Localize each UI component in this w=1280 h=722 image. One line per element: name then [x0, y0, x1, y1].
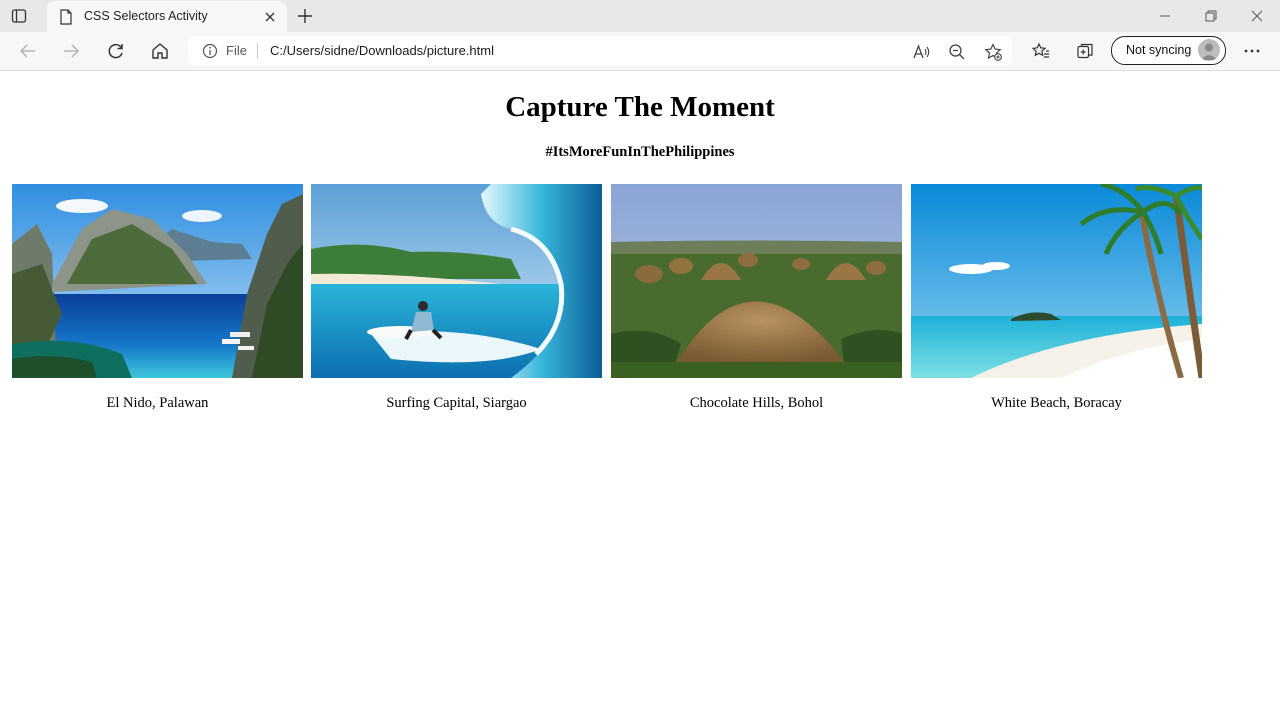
minimize-icon[interactable] [1157, 8, 1173, 24]
page-icon [60, 9, 72, 25]
plus-icon[interactable] [296, 7, 314, 25]
address-bar[interactable]: File C:/Users/sidne/Downloads/picture.ht… [188, 36, 1012, 66]
address-url[interactable]: C:/Users/sidne/Downloads/picture.html [270, 43, 494, 58]
white-beach-photo [911, 184, 1202, 378]
info-icon[interactable] [202, 43, 218, 59]
profile-button[interactable]: Not syncing [1111, 36, 1226, 65]
toolbar: File C:/Users/sidne/Downloads/picture.ht… [0, 32, 1280, 71]
window-close-icon[interactable] [1249, 8, 1265, 24]
close-icon[interactable] [263, 10, 277, 24]
siargao-photo [311, 184, 602, 378]
address-divider [257, 43, 258, 59]
refresh-icon[interactable] [106, 41, 126, 61]
back-icon[interactable] [18, 41, 38, 61]
more-icon[interactable] [1243, 42, 1261, 60]
read-aloud-icon[interactable] [912, 43, 930, 61]
home-icon[interactable] [150, 41, 170, 61]
restore-icon[interactable] [1203, 8, 1219, 24]
card-caption: White Beach, Boracay [991, 395, 1122, 411]
browser-tab[interactable]: CSS Selectors Activity [47, 1, 287, 32]
tab-strip: CSS Selectors Activity [0, 0, 1280, 32]
el-nido-photo [12, 184, 303, 378]
favorites-icon[interactable] [1032, 42, 1050, 60]
tab-actions-icon[interactable] [11, 8, 27, 24]
card-caption: Chocolate Hills, Bohol [689, 395, 824, 411]
profile-label: Not syncing [1126, 43, 1192, 57]
avatar-icon [1198, 39, 1220, 61]
page-hashtag: #ItsMoreFunInThePhilippines [545, 144, 735, 160]
page-title: Capture The Moment [505, 91, 775, 123]
page-content: Capture The Moment #ItsMoreFunInThePhili… [0, 71, 1280, 722]
address-scheme: File [226, 43, 247, 58]
chocolate-hills-photo [611, 184, 902, 378]
tab-title: CSS Selectors Activity [84, 9, 208, 23]
add-favorite-icon[interactable] [984, 43, 1002, 61]
card-caption: Surfing Capital, Siargao [386, 395, 527, 411]
card-caption: El Nido, Palawan [106, 395, 209, 411]
forward-icon[interactable] [61, 41, 81, 61]
zoom-out-icon[interactable] [948, 43, 966, 61]
collections-icon[interactable] [1076, 42, 1094, 60]
